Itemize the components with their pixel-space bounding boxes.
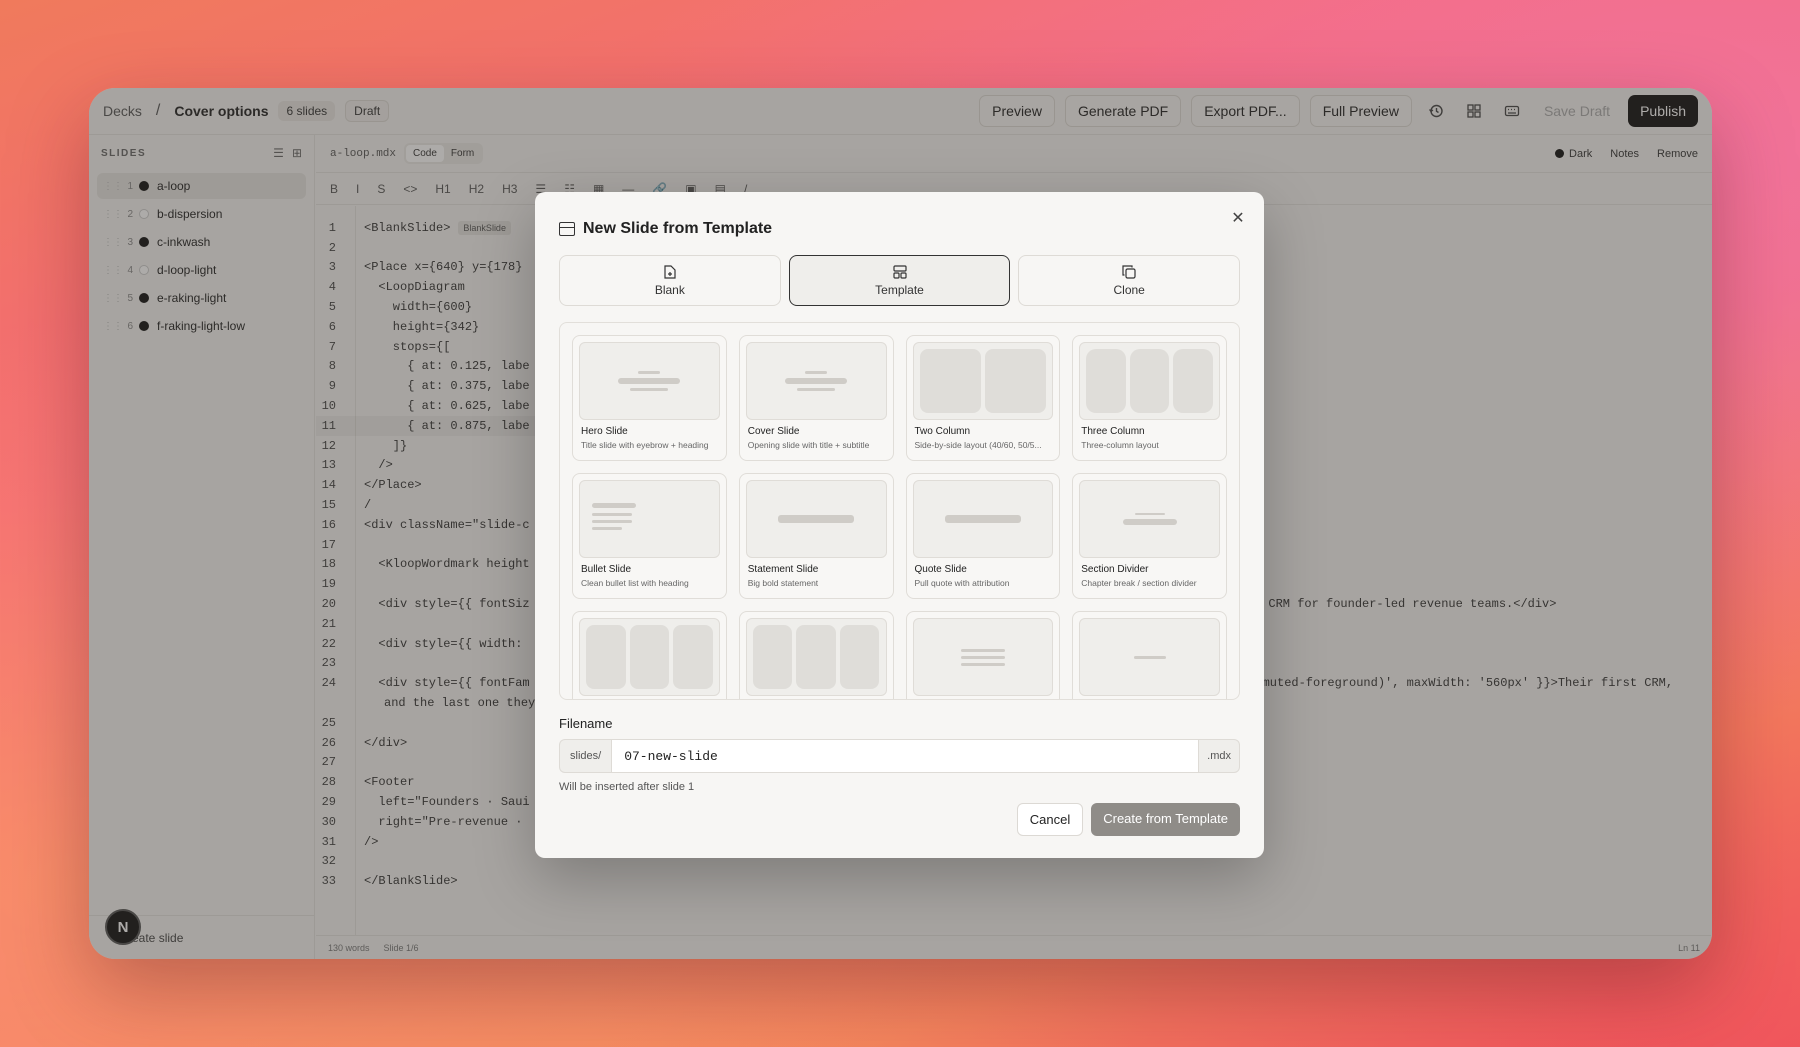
template-card[interactable]: Quote Slide Pull quote with attribution [905, 473, 1061, 599]
template-thumbnail [745, 480, 887, 558]
file-plus-icon [664, 264, 676, 279]
template-description: Big bold statement [747, 578, 819, 588]
tab-template[interactable]: Template [788, 255, 1011, 306]
template-name: Section Divider [1081, 564, 1149, 575]
template-card[interactable] [738, 611, 894, 699]
template-card[interactable]: Bullet Slide Clean bullet list with headi… [572, 473, 727, 599]
tab-clone[interactable]: Clone [1018, 255, 1241, 306]
template-card[interactable]: Statement Slide Big bold statement [738, 473, 894, 599]
cancel-button[interactable]: Cancel [1016, 803, 1084, 836]
new-slide-dialog: New Slide from Template ✕ Blank Template… [535, 192, 1264, 858]
template-thumbnail [912, 480, 1054, 558]
template-thumbnail [1079, 618, 1220, 696]
template-thumbnail [912, 342, 1054, 420]
tab-label: Blank [654, 282, 685, 297]
dialog-actions: Cancel Create from Template [1016, 803, 1240, 836]
template-card[interactable]: Three Column Three-column layout [1072, 335, 1227, 461]
template-name: Quote Slide [914, 564, 967, 575]
template-thumbnail [1079, 480, 1220, 558]
template-thumbnail [912, 618, 1054, 696]
filename-label: Filename [559, 716, 613, 731]
insert-hint: Will be inserted after slide 1 [559, 781, 695, 793]
template-card[interactable]: Cover Slide Opening slide with title + su… [738, 335, 894, 461]
template-card[interactable]: Hero Slide Title slide with eyebrow + hea… [572, 335, 727, 461]
template-thumbnail [579, 342, 720, 420]
template-thumbnail [745, 618, 887, 696]
filename-suffix: .mdx [1199, 739, 1240, 773]
template-thumbnail [579, 618, 720, 696]
template-description: Pull quote with attribution [914, 578, 1010, 588]
tab-label: Clone [1113, 282, 1145, 297]
create-from-template-button[interactable]: Create from Template [1091, 803, 1240, 836]
dialog-title: New Slide from Template [583, 219, 773, 237]
tab-blank[interactable]: Blank [559, 255, 781, 306]
template-description: Chapter break / section divider [1081, 578, 1197, 588]
template-name: Three Column [1081, 426, 1145, 437]
filename-prefix: slides/ [559, 739, 612, 773]
source-tabs: Blank Template Clone [559, 255, 1241, 306]
template-name: Two Column [914, 426, 971, 437]
template-name: Hero Slide [581, 426, 628, 437]
template-card[interactable]: Two Column Side-by-side layout (40/60, 50… [905, 335, 1061, 461]
template-thumbnail [1079, 342, 1220, 420]
template-card[interactable] [1072, 611, 1227, 699]
template-description: Opening slide with title + subtitle [747, 440, 870, 450]
template-card[interactable]: Section Divider Chapter break / section d… [1072, 473, 1227, 599]
template-name: Statement Slide [747, 564, 819, 575]
template-card[interactable] [905, 611, 1061, 699]
dialog-header: New Slide from Template [559, 192, 1240, 263]
template-name: Cover Slide [747, 426, 800, 437]
template-grid: Hero Slide Title slide with eyebrow + hea… [559, 322, 1240, 700]
copy-icon [1122, 264, 1136, 279]
tab-label: Template [875, 282, 924, 297]
template-thumbnail [745, 342, 887, 420]
template-icon [559, 221, 575, 236]
template-thumbnail [579, 480, 720, 558]
layout-icon [892, 264, 907, 279]
template-card[interactable] [572, 611, 727, 699]
template-description: Title slide with eyebrow + heading [581, 440, 709, 450]
filename-input[interactable]: 07-new-slide [611, 739, 1200, 773]
template-name: Bullet Slide [581, 564, 632, 575]
template-description: Side-by-side layout (40/60, 50/5... [914, 440, 1042, 450]
close-icon[interactable]: ✕ [1228, 208, 1248, 228]
template-description: Clean bullet list with heading [581, 578, 689, 588]
template-description: Three-column layout [1081, 440, 1159, 450]
filename-field: slides/ 07-new-slide .mdx [559, 739, 1240, 773]
